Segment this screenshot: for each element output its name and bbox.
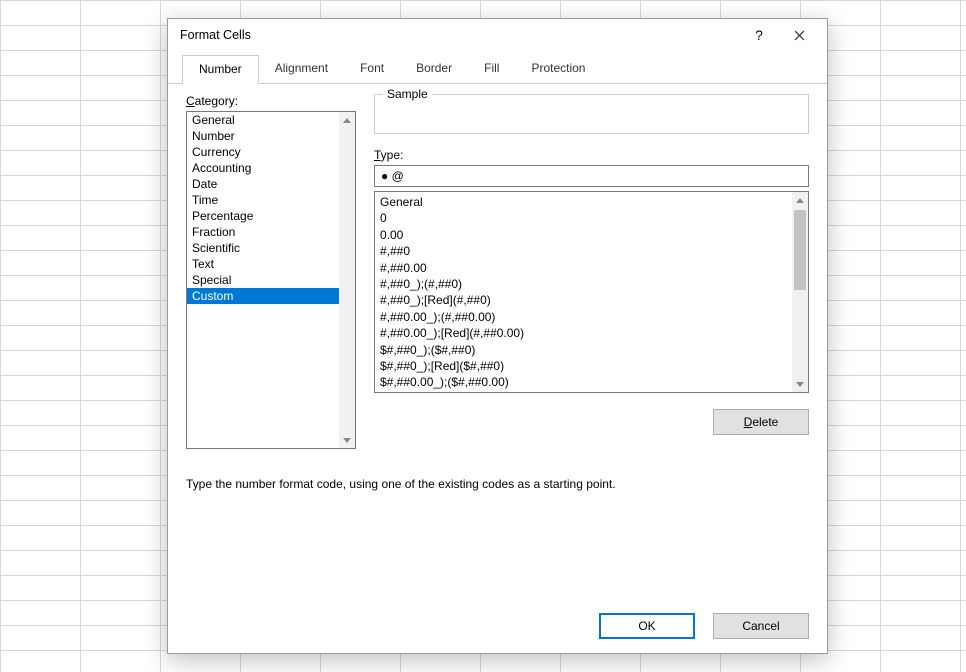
scroll-up-icon[interactable] xyxy=(792,192,808,208)
tab-border[interactable]: Border xyxy=(400,55,468,83)
dialog-footer: OK Cancel xyxy=(168,601,827,653)
ok-button[interactable]: OK xyxy=(599,613,695,639)
format-code-item[interactable]: #,##0.00_);[Red](#,##0.00) xyxy=(379,325,788,341)
scroll-up-icon[interactable] xyxy=(339,112,355,128)
category-item[interactable]: Text xyxy=(187,256,355,272)
category-scrollbar[interactable] xyxy=(339,112,355,448)
tab-strip: Number Alignment Font Border Fill Protec… xyxy=(168,51,827,84)
cancel-button[interactable]: Cancel xyxy=(713,613,809,639)
category-item[interactable]: General xyxy=(187,112,355,128)
format-cells-dialog: Format Cells ? Number Alignment Font Bor… xyxy=(167,18,828,654)
category-item[interactable]: Special xyxy=(187,272,355,288)
format-scrollbar[interactable] xyxy=(792,192,808,392)
dialog-titlebar: Format Cells ? xyxy=(168,19,827,51)
type-input[interactable] xyxy=(374,165,809,187)
format-code-item[interactable]: #,##0.00 xyxy=(379,260,788,276)
tab-number[interactable]: Number xyxy=(182,55,259,84)
type-label: Type: xyxy=(374,148,809,162)
category-item[interactable]: Currency xyxy=(187,144,355,160)
help-button[interactable]: ? xyxy=(739,21,779,49)
format-code-list[interactable]: General 0 0.00 #,##0 #,##0.00 #,##0_);(#… xyxy=(374,191,809,393)
format-code-item[interactable]: $#,##0_);[Red]($#,##0) xyxy=(379,358,788,374)
category-item[interactable]: Scientific xyxy=(187,240,355,256)
scroll-down-icon[interactable] xyxy=(339,432,355,448)
hint-text: Type the number format code, using one o… xyxy=(186,477,809,491)
delete-button[interactable]: Delete xyxy=(713,409,809,435)
close-button[interactable] xyxy=(779,21,819,49)
category-item[interactable]: Percentage xyxy=(187,208,355,224)
category-item[interactable]: Custom xyxy=(187,288,355,304)
sample-box: Sample xyxy=(374,94,809,134)
category-item[interactable]: Accounting xyxy=(187,160,355,176)
category-item[interactable]: Fraction xyxy=(187,224,355,240)
dialog-body: Category: General Number Currency Accoun… xyxy=(168,84,827,601)
scroll-down-icon[interactable] xyxy=(792,376,808,392)
format-code-item[interactable]: 0.00 xyxy=(379,227,788,243)
category-item[interactable]: Number xyxy=(187,128,355,144)
format-code-item[interactable]: 0 xyxy=(379,210,788,226)
format-code-item[interactable]: $#,##0.00_);($#,##0.00) xyxy=(379,374,788,390)
category-list[interactable]: General Number Currency Accounting Date … xyxy=(186,111,356,449)
scroll-thumb[interactable] xyxy=(794,210,806,290)
format-code-item[interactable]: #,##0_);[Red](#,##0) xyxy=(379,292,788,308)
tab-font[interactable]: Font xyxy=(344,55,400,83)
tab-fill[interactable]: Fill xyxy=(468,55,515,83)
close-icon xyxy=(794,30,805,41)
format-code-item[interactable]: #,##0.00_);(#,##0.00) xyxy=(379,309,788,325)
format-code-item[interactable]: General xyxy=(379,194,788,210)
category-label: Category: xyxy=(186,94,356,108)
format-code-item[interactable]: #,##0 xyxy=(379,243,788,259)
format-code-item[interactable]: #,##0_);(#,##0) xyxy=(379,276,788,292)
category-item[interactable]: Time xyxy=(187,192,355,208)
format-code-item[interactable]: $#,##0_);($#,##0) xyxy=(379,342,788,358)
dialog-title: Format Cells xyxy=(180,28,739,42)
category-item[interactable]: Date xyxy=(187,176,355,192)
tab-alignment[interactable]: Alignment xyxy=(259,55,344,83)
sample-label: Sample xyxy=(383,87,432,101)
tab-protection[interactable]: Protection xyxy=(515,55,601,83)
